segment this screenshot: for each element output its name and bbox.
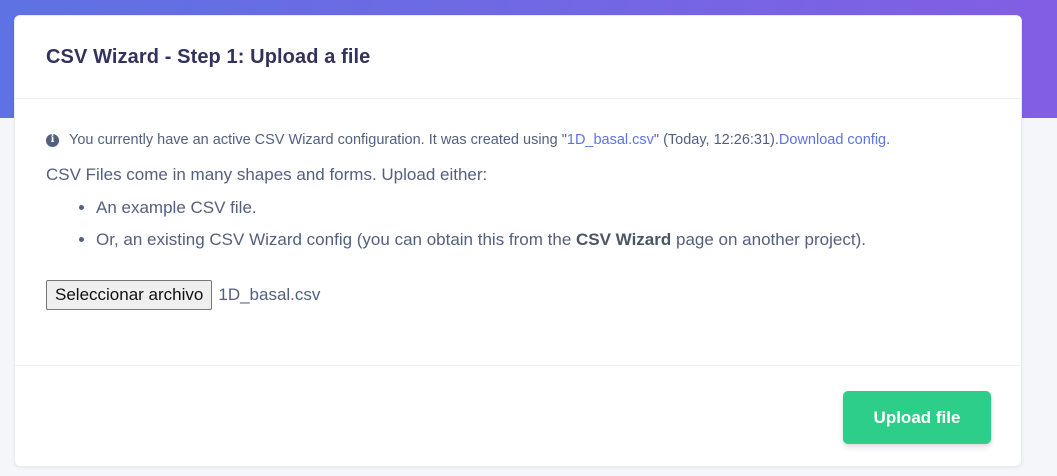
upload-intro-text: CSV Files come in many shapes and forms.… xyxy=(46,165,488,184)
list-item: An example CSV file. xyxy=(96,197,990,219)
active-config-notice: i You currently have an active CSV Wizar… xyxy=(46,99,990,150)
file-input: Seleccionar archivo 1D_basal.csv xyxy=(46,280,990,310)
option-example-csv: An example CSV file. xyxy=(96,198,257,217)
config-source-file-link[interactable]: 1D_basal.csv xyxy=(567,132,654,148)
notice-text-after: " (Today, 12:26:31). xyxy=(653,132,779,148)
card-footer: Upload file xyxy=(15,366,1021,466)
card-body: i You currently have an active CSV Wizar… xyxy=(15,99,1021,366)
page-title: CSV Wizard - Step 1: Upload a file xyxy=(46,45,371,68)
selected-file-name: 1D_basal.csv xyxy=(218,285,321,304)
download-config-link[interactable]: Download config xyxy=(779,132,886,148)
option-config-after: page on another project). xyxy=(671,230,866,249)
list-item: Or, an existing CSV Wizard config (you c… xyxy=(96,229,990,251)
upload-options-list: An example CSV file. Or, an existing CSV… xyxy=(46,197,990,251)
upload-file-button[interactable]: Upload file xyxy=(843,391,991,444)
option-config-bold: CSV Wizard xyxy=(576,230,672,249)
notice-trailing: . xyxy=(886,132,891,148)
card-header: CSV Wizard - Step 1: Upload a file xyxy=(15,16,1021,99)
option-config-before: Or, an existing CSV Wizard config (you c… xyxy=(96,230,576,249)
notice-text-before: You currently have an active CSV Wizard … xyxy=(69,132,567,148)
choose-file-button[interactable]: Seleccionar archivo xyxy=(46,280,213,310)
info-icon: i xyxy=(46,133,59,147)
csv-wizard-card: CSV Wizard - Step 1: Upload a file i You… xyxy=(14,15,1022,467)
